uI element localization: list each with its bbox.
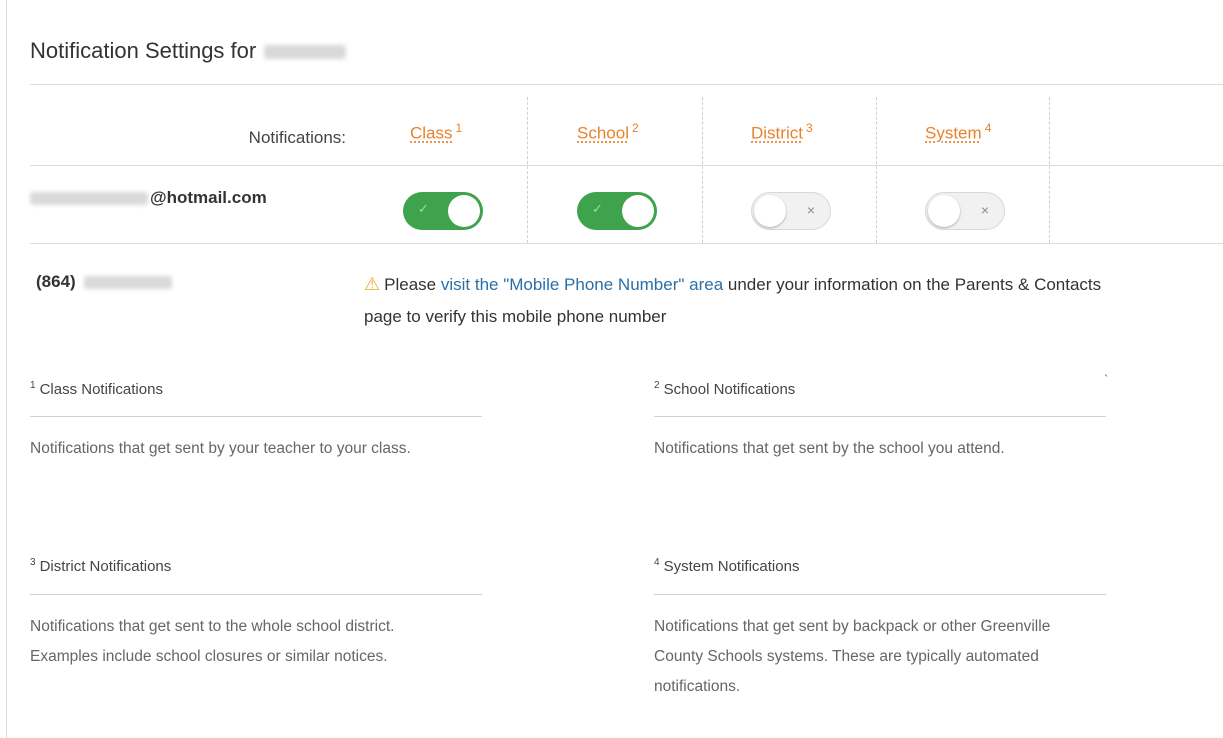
toggle-school-email[interactable]: ✓ bbox=[577, 192, 657, 230]
column-header-school-label: School bbox=[577, 123, 629, 143]
column-header-class[interactable]: Class 1 bbox=[410, 121, 462, 144]
check-icon: ✓ bbox=[418, 201, 429, 216]
warning-text-before: Please bbox=[384, 275, 441, 294]
column-header-system-label: System bbox=[925, 123, 982, 143]
header-row-divider bbox=[30, 165, 1223, 166]
footnote-divider bbox=[30, 594, 482, 595]
toggle-system-email[interactable]: × bbox=[925, 192, 1005, 230]
phone-verification-warning: ⚠ Please visit the "Mobile Phone Number" … bbox=[364, 268, 1124, 333]
column-header-class-label: Class bbox=[410, 123, 453, 143]
email-domain: @hotmail.com bbox=[150, 188, 267, 207]
close-icon: × bbox=[980, 202, 989, 218]
check-icon: ✓ bbox=[592, 201, 603, 216]
column-separator bbox=[876, 97, 877, 243]
toggle-district-email[interactable]: × bbox=[751, 192, 831, 230]
footnote-school-body: Notifications that get sent by the schoo… bbox=[654, 440, 1005, 457]
footnote-divider bbox=[654, 416, 1106, 417]
column-header-district[interactable]: District 3 bbox=[751, 121, 813, 144]
toggle-knob bbox=[928, 195, 960, 227]
warning-icon: ⚠ bbox=[364, 274, 381, 294]
footnote-number: 1 bbox=[30, 380, 36, 391]
footnote-divider bbox=[30, 416, 482, 417]
toggle-knob bbox=[622, 195, 654, 227]
toggle-knob bbox=[448, 195, 480, 227]
footnote-system-body: Notifications that get sent by backpack … bbox=[654, 618, 1051, 695]
footnote-ref: 3 bbox=[805, 121, 813, 135]
column-separator bbox=[527, 97, 528, 243]
phone-area-code: (864) bbox=[36, 272, 76, 291]
notifications-label: Notifications: bbox=[248, 128, 346, 147]
contact-phone: (864) bbox=[36, 272, 172, 292]
contact-email: @hotmail.com bbox=[30, 188, 267, 208]
footnote-number: 3 bbox=[30, 557, 36, 568]
redacted-student-name bbox=[264, 45, 347, 60]
footnote-class-title: 1 Class Notifications bbox=[30, 380, 163, 398]
footnote-class-body: Notifications that get sent by your teac… bbox=[30, 440, 411, 457]
footnote-district-body: Notifications that get sent to the whole… bbox=[30, 618, 395, 665]
footnote-district-title: 3 District Notifications bbox=[30, 557, 171, 575]
email-row-divider bbox=[30, 243, 1223, 244]
page-title-text: Notification Settings for bbox=[30, 38, 257, 63]
column-header-district-label: District bbox=[751, 123, 803, 143]
footnote-title-text: System Notifications bbox=[663, 558, 800, 575]
column-separator bbox=[1049, 97, 1050, 243]
footnote-number: 2 bbox=[654, 380, 660, 391]
close-icon: × bbox=[806, 202, 815, 218]
redacted-email-user bbox=[30, 192, 148, 206]
column-header-system[interactable]: System 4 bbox=[925, 121, 991, 144]
footnote-ref: 4 bbox=[984, 121, 992, 135]
column-header-school[interactable]: School 2 bbox=[577, 121, 639, 144]
footnote-number: 4 bbox=[654, 557, 660, 568]
redacted-phone-number bbox=[83, 276, 172, 290]
footnote-school-title: 2 School Notifications bbox=[654, 380, 795, 398]
page-title: Notification Settings for bbox=[30, 38, 347, 64]
footnote-ref: 2 bbox=[631, 121, 639, 135]
footnote-ref: 1 bbox=[455, 121, 463, 135]
title-divider bbox=[30, 84, 1223, 85]
footnote-title-text: Class Notifications bbox=[39, 381, 163, 398]
mobile-phone-number-link[interactable]: visit the "Mobile Phone Number" area bbox=[441, 275, 723, 294]
column-separator bbox=[702, 97, 703, 243]
footnote-divider bbox=[654, 594, 1106, 595]
footnote-title-text: District Notifications bbox=[39, 558, 172, 575]
stray-mark: ` bbox=[1104, 372, 1109, 387]
footnote-title-text: School Notifications bbox=[663, 381, 796, 398]
footnote-system-title: 4 System Notifications bbox=[654, 557, 799, 575]
toggle-knob bbox=[754, 195, 786, 227]
toggle-class-email[interactable]: ✓ bbox=[403, 192, 483, 230]
left-border bbox=[6, 0, 7, 738]
